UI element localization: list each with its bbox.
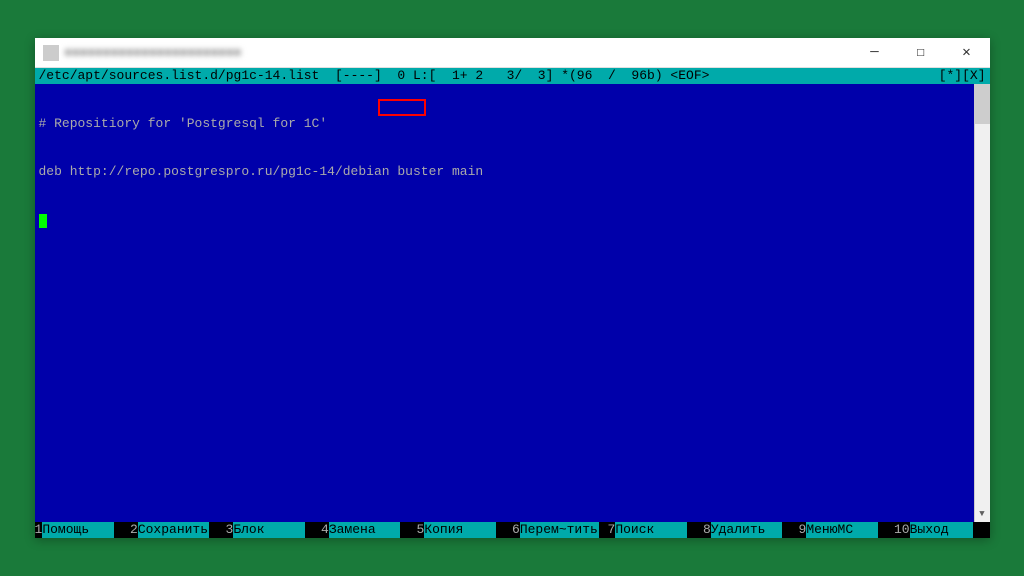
title-left: ■■■■■■■■■■■■■■■■■■■■■■■ [43,45,242,61]
function-key-bar: 1Помощь 2Сохранить 3Блок 4Замена 5Копия … [35,522,990,538]
fkey-3-num: 3 [226,522,234,538]
line2-pre: deb http://repo.postgrespro.ru/pg1c-14/d… [39,164,398,179]
minimize-button[interactable]: ─ [852,38,898,67]
fkey-5[interactable]: 5Копия [417,522,513,538]
scroll-down-icon[interactable]: ▼ [975,506,990,522]
fkey-7-num: 7 [608,522,616,538]
file-status: [----] 0 L:[ 1+ 2 3/ 3] *(96 / 96b) <EOF… [319,68,709,83]
fkey-6-label: Перем~тить [520,522,599,538]
window-controls: ─ ☐ ✕ [852,38,990,67]
app-icon [43,45,59,61]
fkey-2-label: Сохранить [138,522,209,538]
maximize-button[interactable]: ☐ [898,38,944,67]
terminal: /etc/apt/sources.list.d/pg1c-14.list [--… [35,68,990,538]
editor-line-2: deb http://repo.postgrespro.ru/pg1c-14/d… [39,164,986,180]
file-path: /etc/apt/sources.list.d/pg1c-14.list [39,68,320,83]
fkey-9-num: 9 [799,522,807,538]
window-title: ■■■■■■■■■■■■■■■■■■■■■■■ [65,46,242,60]
vertical-scrollbar[interactable]: ▲ ▼ [974,84,990,522]
fkey-7[interactable]: 7Поиск [608,522,704,538]
fkey-4-num: 4 [321,522,329,538]
editor-line-3 [39,212,986,228]
fkey-1-num: 1 [35,522,43,538]
highlight-annotation [378,99,426,116]
fkey-7-label: Поиск [615,522,686,538]
titlebar: ■■■■■■■■■■■■■■■■■■■■■■■ ─ ☐ ✕ [35,38,990,68]
fkey-3-label: Блок [233,522,304,538]
fkey-10-num: 10 [894,522,910,538]
fkey-2-num: 2 [130,522,138,538]
close-button[interactable]: ✕ [944,38,990,67]
fkey-8-label: Удалить [711,522,782,538]
fkey-4[interactable]: 4Замена [321,522,417,538]
fkey-9-label: МенюMC [806,522,877,538]
fkey-3[interactable]: 3Блок [226,522,322,538]
fkey-4-label: Замена [329,522,400,538]
fkey-10[interactable]: 10Выход [894,522,990,538]
cursor [39,214,47,228]
fkey-5-label: Копия [424,522,495,538]
line2-post: main [444,164,483,179]
app-window: ■■■■■■■■■■■■■■■■■■■■■■■ ─ ☐ ✕ /etc/apt/s… [35,38,990,538]
fkey-8-num: 8 [703,522,711,538]
fkey-10-label: Выход [910,522,973,538]
fkey-9[interactable]: 9МенюMC [799,522,895,538]
editor-area[interactable]: # Repositiory for 'Postgresql for 1C' de… [35,84,990,522]
fkey-8[interactable]: 8Удалить [703,522,799,538]
fkey-5-num: 5 [417,522,425,538]
editor-line-1: # Repositiory for 'Postgresql for 1C' [39,116,986,132]
line2-highlighted: buster [397,164,444,179]
fkey-2[interactable]: 2Сохранить [130,522,226,538]
scroll-thumb[interactable] [975,84,990,124]
fkey-6-num: 6 [512,522,520,538]
fkey-1[interactable]: 1Помощь [35,522,131,538]
editor-header: /etc/apt/sources.list.d/pg1c-14.list [--… [35,68,990,84]
fkey-1-label: Помощь [42,522,113,538]
header-right[interactable]: [*][X] [939,68,986,84]
fkey-6[interactable]: 6Перем~тить [512,522,608,538]
